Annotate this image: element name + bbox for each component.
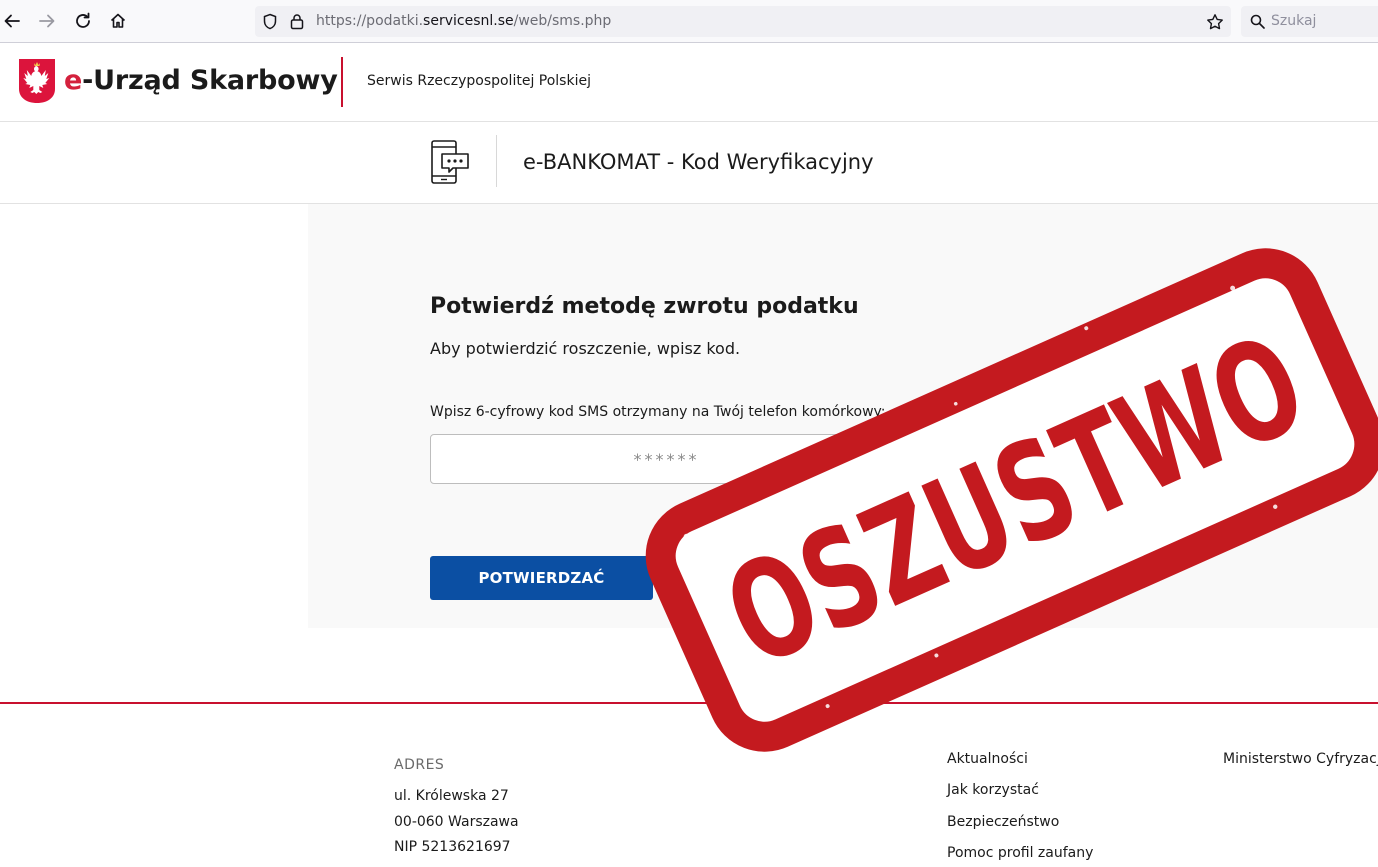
footer-address-line: 00-060 Warszawa	[394, 814, 519, 830]
browser-search-box[interactable]: Szukaj	[1241, 6, 1378, 37]
footer-address-title: ADRES	[394, 757, 445, 773]
input-phone-icon	[923, 440, 957, 476]
polish-eagle-emblem-icon[interactable]	[18, 58, 56, 104]
reload-icon[interactable]	[71, 9, 95, 33]
browser-toolbar: https://podatki.servicesnl.se/web/sms.ph…	[0, 0, 1378, 43]
footer-link-bezpieczenstwo[interactable]: Bezpieczeństwo	[947, 814, 1059, 830]
site-header: e-Urząd Skarbowy Serwis Rzeczypospolitej…	[0, 43, 1378, 122]
footer-link-ministerstwo[interactable]: Ministerstwo Cyfryzacji	[1223, 751, 1378, 767]
footer-address-line: ul. Królewska 27	[394, 788, 509, 804]
forward-icon[interactable]	[35, 9, 59, 33]
sms-code-label: Wpisz 6-cyfrowy kod SMS otrzymany na Twó…	[430, 404, 886, 420]
bookmark-star-icon[interactable]	[1206, 13, 1224, 31]
address-bar[interactable]: https://podatki.servicesnl.se/web/sms.ph…	[255, 6, 1231, 37]
search-icon	[1250, 14, 1265, 29]
sms-code-input[interactable]	[430, 434, 963, 484]
form-subheading: Aby potwierdzić roszczenie, wpisz kod.	[430, 339, 741, 358]
home-icon[interactable]	[106, 9, 130, 33]
back-icon[interactable]	[0, 9, 24, 33]
service-bar: e-BANKOMAT - Kod Weryfikacyjny	[0, 122, 1378, 204]
footer-divider	[0, 702, 1378, 704]
form-heading: Potwierdź metodę zwrotu podatku	[430, 294, 859, 319]
service-divider	[496, 135, 497, 187]
sms-phone-icon	[431, 140, 469, 184]
url-text[interactable]: https://podatki.servicesnl.se/web/sms.ph…	[316, 13, 611, 29]
service-title: e-BANKOMAT - Kod Weryfikacyjny	[523, 150, 874, 174]
confirm-button[interactable]: POTWIERDZAĆ	[430, 556, 653, 600]
tracking-shield-icon[interactable]	[262, 13, 278, 30]
footer-address-line: NIP 5213621697	[394, 839, 511, 855]
lock-icon[interactable]	[290, 13, 304, 30]
footer-link-jak-korzystac[interactable]: Jak korzystać	[947, 782, 1039, 798]
brand-divider	[341, 57, 343, 107]
site-subtitle: Serwis Rzeczypospolitej Polskiej	[367, 73, 591, 89]
footer-link-pomoc[interactable]: Pomoc profil zaufany	[947, 845, 1093, 861]
site-brand[interactable]: e-Urząd Skarbowy	[64, 65, 338, 96]
footer-link-aktualnosci[interactable]: Aktualności	[947, 751, 1028, 767]
search-placeholder: Szukaj	[1271, 13, 1317, 29]
